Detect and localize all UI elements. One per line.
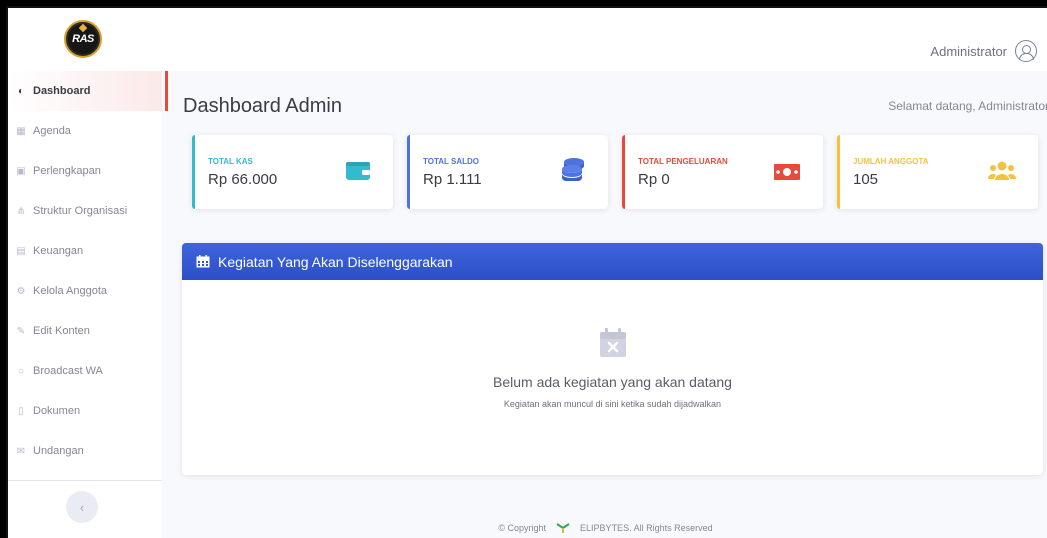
sidebar-item-edit-konten[interactable]: ✎ Edit Konten xyxy=(8,311,162,351)
stat-card-total-kas: TOTAL KAS Rp 66.000 xyxy=(192,135,393,209)
calendar-times-icon xyxy=(600,328,626,357)
sidebar-item-label: Keuangan xyxy=(33,245,84,257)
card-accent-bar xyxy=(192,135,195,209)
money-icon: ▤ xyxy=(16,245,26,257)
sidebar-item-dokumen[interactable]: ▯ Dokumen xyxy=(8,391,162,431)
logo-text: RAS xyxy=(72,33,94,45)
upcoming-activities-panel: Kegiatan Yang Akan Diselenggarakan Belum… xyxy=(182,243,1043,475)
welcome-text: Selamat datang, Administrator xyxy=(888,99,1047,113)
sidebar-item-perlengkapan[interactable]: ▣ Perlengkapan xyxy=(8,151,162,191)
sidebar-item-label: Dashboard xyxy=(33,85,91,97)
card-value: Rp 66.000 xyxy=(208,171,278,188)
card-accent-bar xyxy=(622,135,625,209)
main-content: Dashboard Admin Selamat datang, Administ… xyxy=(162,71,1047,538)
sidebar: ◐ Dashboard ▦ Agenda ▣ Perlengkapan ⋔ St… xyxy=(8,71,168,538)
chevron-left-icon: ‹ xyxy=(79,499,85,515)
sitemap-icon: ⋔ xyxy=(16,205,26,217)
sidebar-item-dashboard[interactable]: ◐ Dashboard xyxy=(8,71,168,111)
stat-card-total-saldo: TOTAL SALDO Rp 1.111 xyxy=(407,135,608,209)
sidebar-item-label: Agenda xyxy=(33,125,71,137)
whatsapp-icon: ○ xyxy=(17,365,25,377)
stat-card-jumlah-anggota: JUMLAH ANGGOTA 105 xyxy=(837,135,1038,209)
card-label: TOTAL PENGELUARAN xyxy=(638,157,728,166)
sidebar-item-struktur-organisasi[interactable]: ⋔ Struktur Organisasi xyxy=(8,191,162,231)
sidebar-item-label: Perlengkapan xyxy=(33,165,101,177)
sidebar-divider xyxy=(8,480,162,481)
footer: © Copyright ELIPBYTES. All Rights Reserv… xyxy=(162,516,1047,538)
envelope-icon: ✉ xyxy=(16,445,26,457)
sidebar-toggle-button[interactable]: ‹ xyxy=(66,491,98,523)
sidebar-item-label: Kelola Anggota xyxy=(33,285,108,297)
card-accent-bar xyxy=(407,135,410,209)
sidebar-item-label: Undangan xyxy=(33,445,84,457)
empty-state-title: Belum ada kegiatan yang akan datang xyxy=(493,374,732,390)
sidebar-item-label: Edit Konten xyxy=(33,325,90,337)
app-window: RAS Administrator ◐ Dashboard ▦ Agenda ▣… xyxy=(6,6,1047,538)
sidebar-item-label: Broadcast WA xyxy=(33,365,103,377)
app-logo[interactable]: RAS xyxy=(64,20,102,58)
user-menu[interactable]: Administrator xyxy=(930,40,1037,62)
top-navbar: RAS Administrator xyxy=(8,8,1047,71)
wallet-icon xyxy=(346,162,370,180)
file-icon: ▯ xyxy=(18,405,24,417)
card-value: Rp 1.111 xyxy=(423,171,482,188)
dashboard-icon: ◐ xyxy=(17,85,25,97)
copyright-text: © Copyright xyxy=(498,523,547,533)
card-label: TOTAL KAS xyxy=(208,157,253,166)
users-icon xyxy=(988,161,1016,180)
elipbytes-logo-icon xyxy=(556,523,570,533)
sidebar-item-undangan[interactable]: ✉ Undangan xyxy=(8,431,162,471)
card-value: 105 xyxy=(853,171,879,188)
sidebar-item-kelola-anggota[interactable]: ⚙ Kelola Anggota xyxy=(8,271,162,311)
card-label: JUMLAH ANGGOTA xyxy=(853,157,929,166)
card-accent-bar xyxy=(837,135,840,209)
sidebar-item-broadcast-wa[interactable]: ○ Broadcast WA xyxy=(8,351,162,391)
sidebar-item-keuangan[interactable]: ▤ Keuangan xyxy=(8,231,162,271)
calendar-icon: ▦ xyxy=(16,125,26,137)
money-bill-icon xyxy=(774,164,800,180)
card-label: TOTAL SALDO xyxy=(423,157,479,166)
panel-header: Kegiatan Yang Akan Diselenggarakan xyxy=(182,243,1043,280)
sidebar-item-agenda[interactable]: ▦ Agenda xyxy=(8,111,162,151)
user-avatar-icon[interactable] xyxy=(1015,40,1037,62)
sidebar-item-label: Struktur Organisasi xyxy=(33,205,128,217)
user-name[interactable]: Administrator xyxy=(930,44,1007,59)
card-value: Rp 0 xyxy=(638,171,670,188)
calendar-icon xyxy=(196,255,210,268)
coins-icon xyxy=(562,158,584,181)
edit-icon: ✎ xyxy=(16,325,26,337)
panel-title: Kegiatan Yang Akan Diselenggarakan xyxy=(218,253,453,270)
screen-frame: RAS Administrator ◐ Dashboard ▦ Agenda ▣… xyxy=(0,0,1047,538)
footer-brand-text: ELIPBYTES. All Rights Reserved xyxy=(580,523,713,533)
empty-state-subtitle: Kegiatan akan muncul di sini ketika suda… xyxy=(503,399,722,409)
sidebar-item-label: Dokumen xyxy=(33,405,81,417)
page-title: Dashboard Admin xyxy=(183,95,342,117)
boxes-icon: ▣ xyxy=(16,165,26,177)
stat-card-total-pengeluaran: TOTAL PENGELUARAN Rp 0 xyxy=(622,135,823,209)
users-cog-icon: ⚙ xyxy=(16,285,26,297)
